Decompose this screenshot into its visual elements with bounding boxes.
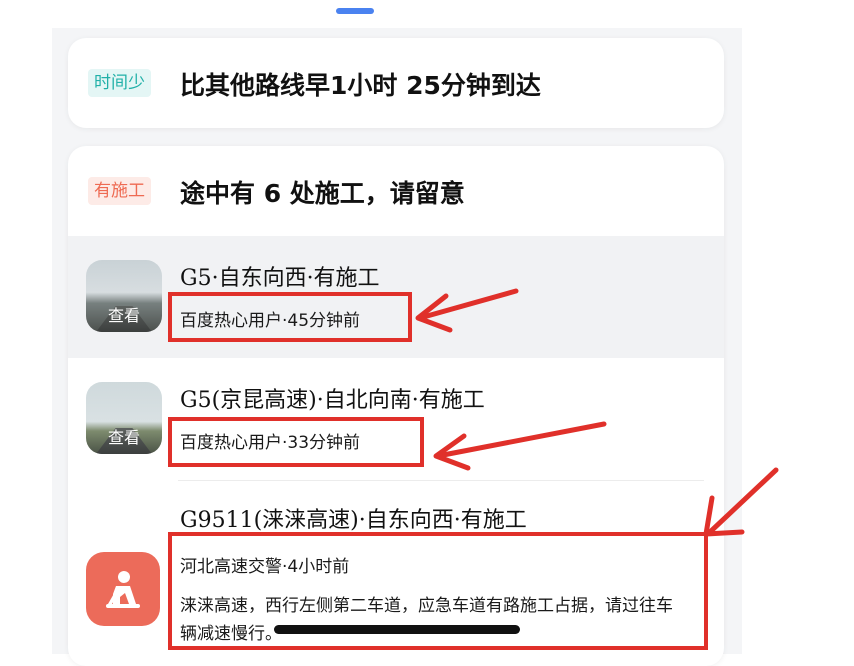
home-indicator <box>274 625 520 634</box>
annotation-arrows <box>415 288 779 537</box>
